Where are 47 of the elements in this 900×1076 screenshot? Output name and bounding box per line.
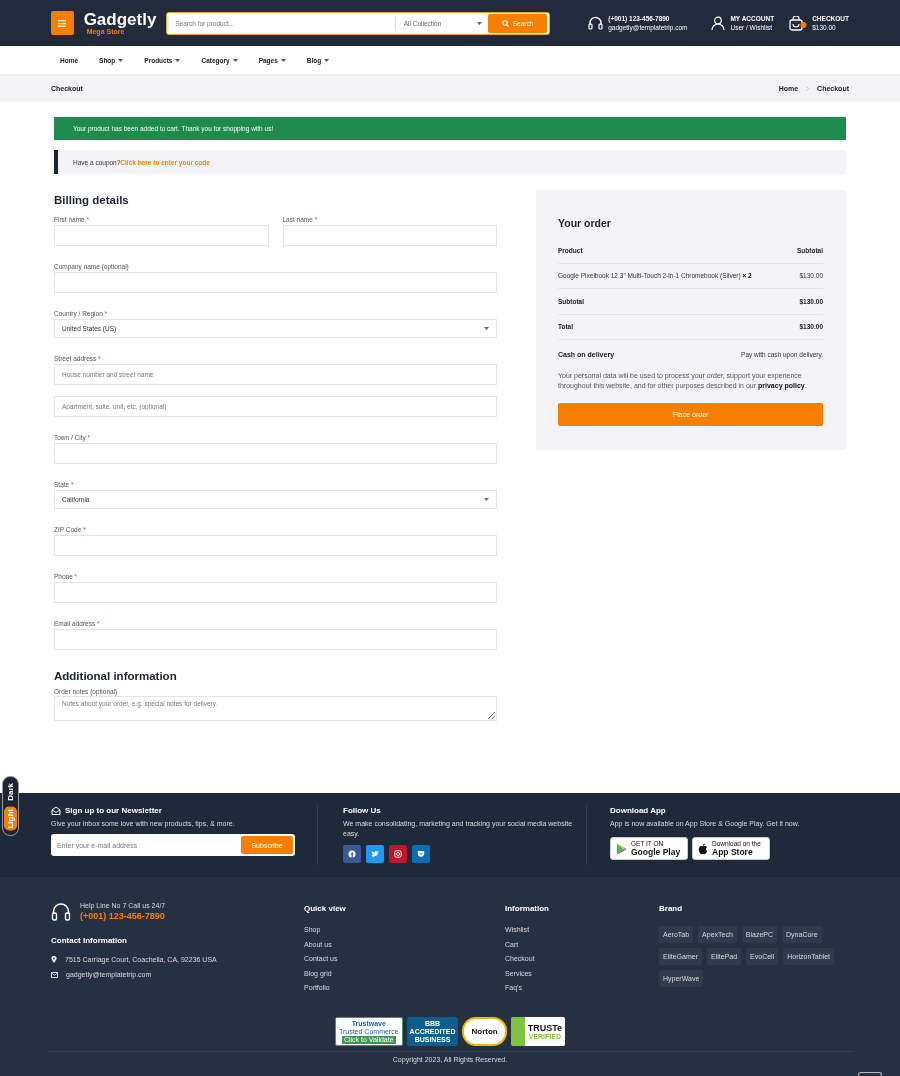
- footer-heading: Brand: [659, 903, 684, 914]
- social-link[interactable]: [366, 845, 384, 863]
- footer-heading: Contact Information: [51, 935, 128, 946]
- social-link[interactable]: [343, 845, 361, 863]
- caret-icon: [476, 21, 482, 25]
- input-field[interactable]: [54, 272, 497, 293]
- envelope-icon: [51, 806, 61, 815]
- theme-toggle[interactable]: Dark Light: [2, 776, 19, 836]
- headset-icon: [51, 902, 71, 921]
- mail-icon: [51, 971, 58, 978]
- caret-icon: [484, 498, 489, 501]
- section-heading: Additional information: [54, 669, 178, 684]
- input-field[interactable]: [54, 443, 497, 464]
- input-field[interactable]: [54, 225, 269, 246]
- input-field[interactable]: [54, 629, 497, 650]
- apple-icon: [698, 842, 708, 855]
- chevron-icon: [806, 86, 810, 91]
- cart-bag-icon: [789, 15, 808, 31]
- theme-option[interactable]: Dark: [4, 781, 17, 803]
- footer-heading: Information: [505, 903, 550, 914]
- logo-text[interactable]: Gadgetly: [83, 10, 167, 28]
- download-title: Download App: [610, 805, 667, 816]
- input-field[interactable]: [54, 535, 497, 556]
- newsletter-title: Sign up to our Newsletter: [65, 806, 162, 815]
- circle-icon: [348, 850, 356, 858]
- bird-icon: [371, 850, 379, 858]
- location-pin-icon: [51, 956, 57, 963]
- camera-icon: [394, 850, 402, 858]
- section-heading: Your order: [558, 216, 612, 231]
- pocket-icon: [417, 850, 425, 858]
- input-field[interactable]: [282, 225, 497, 246]
- social-link[interactable]: [389, 845, 407, 863]
- menu-button[interactable]: [51, 11, 74, 35]
- user-icon: [711, 16, 726, 30]
- headset-icon: [588, 16, 604, 30]
- section-heading: Billing details: [54, 193, 130, 208]
- scroll-top-button[interactable]: [858, 1072, 882, 1076]
- follow-title: Follow Us: [343, 805, 382, 816]
- social-link[interactable]: [412, 845, 430, 863]
- search-icon: [501, 19, 509, 27]
- helpline-phone[interactable]: (+001) 123-456-7890: [80, 910, 166, 922]
- play-triangle-icon: [616, 842, 627, 855]
- caret-icon: [484, 327, 489, 330]
- input-field[interactable]: [54, 582, 497, 603]
- menu-icon: [58, 19, 67, 27]
- trust-seal[interactable]: Norton: [462, 1017, 507, 1046]
- footer-heading: Quick view: [304, 903, 347, 914]
